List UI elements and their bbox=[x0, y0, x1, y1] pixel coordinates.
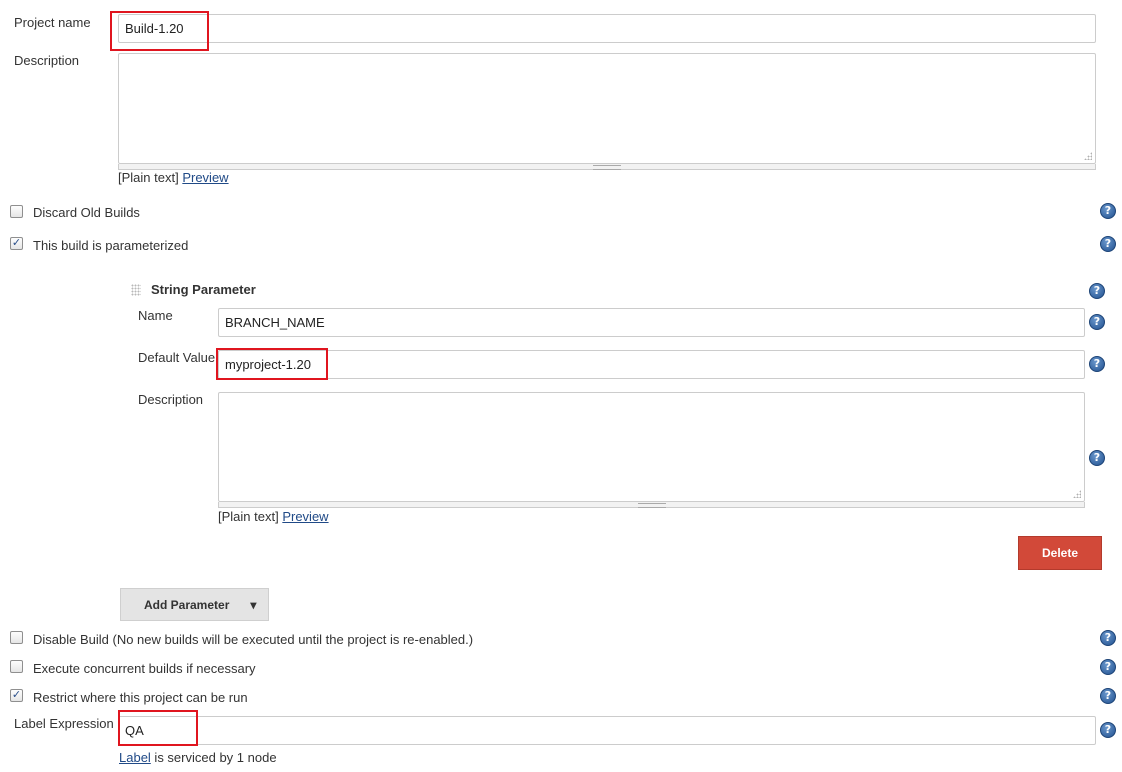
label-expression-input[interactable]: QA bbox=[118, 716, 1096, 745]
check-icon: ✓ bbox=[11, 237, 22, 249]
chevron-down-icon: ▾ bbox=[250, 597, 257, 612]
description-textarea[interactable] bbox=[118, 53, 1096, 164]
delete-parameter-button[interactable]: Delete bbox=[1018, 536, 1102, 570]
label-expression-label: Label Expression bbox=[14, 716, 114, 731]
check-icon: ✓ bbox=[11, 689, 22, 701]
help-icon[interactable]: ? bbox=[1100, 688, 1116, 704]
label-status-line: Label is serviced by 1 node bbox=[119, 750, 277, 766]
param-description-label: Description bbox=[138, 392, 204, 407]
param-description-textarea[interactable] bbox=[218, 392, 1085, 502]
discard-old-builds-checkbox[interactable] bbox=[10, 205, 23, 218]
restrict-checkbox[interactable]: ✓ bbox=[10, 689, 23, 702]
default-value-label: Default Value bbox=[138, 350, 216, 365]
add-parameter-label: Add Parameter bbox=[144, 597, 230, 612]
parameterized-checkbox[interactable]: ✓ bbox=[10, 237, 23, 250]
concurrent-builds-checkbox[interactable] bbox=[10, 660, 23, 673]
param-description-format-line: [Plain text] Preview bbox=[218, 509, 329, 525]
serviced-text: is serviced by 1 node bbox=[150, 750, 277, 765]
preview-link[interactable]: Preview bbox=[182, 170, 228, 185]
description-resize-bar[interactable] bbox=[118, 164, 1096, 170]
disable-build-checkbox[interactable] bbox=[10, 631, 23, 644]
help-icon[interactable]: ? bbox=[1089, 314, 1105, 330]
help-icon[interactable]: ? bbox=[1089, 450, 1105, 466]
param-name-label: Name bbox=[138, 308, 173, 323]
help-icon[interactable]: ? bbox=[1100, 203, 1116, 219]
help-icon[interactable]: ? bbox=[1089, 283, 1105, 299]
description-label: Description bbox=[14, 53, 80, 68]
help-icon[interactable]: ? bbox=[1100, 630, 1116, 646]
help-icon[interactable]: ? bbox=[1100, 659, 1116, 675]
parameterized-label: This build is parameterized bbox=[33, 238, 189, 253]
plain-text-label: [Plain text] bbox=[118, 170, 179, 185]
drag-handle-icon[interactable] bbox=[131, 284, 141, 296]
resize-grip-icon bbox=[637, 503, 666, 508]
project-name-label: Project name bbox=[14, 15, 91, 30]
add-parameter-button[interactable]: Add Parameter ▾ bbox=[120, 588, 269, 621]
project-name-input[interactable]: Build-1.20 bbox=[118, 14, 1096, 43]
string-parameter-title: String Parameter bbox=[151, 282, 256, 297]
param-name-input[interactable]: BRANCH_NAME bbox=[218, 308, 1085, 337]
help-icon[interactable]: ? bbox=[1100, 722, 1116, 738]
preview-link[interactable]: Preview bbox=[282, 509, 328, 524]
plain-text-label: [Plain text] bbox=[218, 509, 279, 524]
description-format-line: [Plain text] Preview bbox=[118, 170, 229, 186]
concurrent-builds-label: Execute concurrent builds if necessary bbox=[33, 661, 256, 676]
resize-corner-icon[interactable] bbox=[1073, 490, 1081, 498]
discard-old-builds-label: Discard Old Builds bbox=[33, 205, 140, 220]
resize-corner-icon[interactable] bbox=[1084, 152, 1092, 160]
restrict-label: Restrict where this project can be run bbox=[33, 690, 248, 705]
param-description-resize-bar[interactable] bbox=[218, 502, 1085, 508]
resize-grip-icon bbox=[593, 165, 621, 170]
help-icon[interactable]: ? bbox=[1100, 236, 1116, 252]
label-link[interactable]: Label bbox=[119, 750, 151, 765]
default-value-input[interactable]: myproject-1.20 bbox=[218, 350, 1085, 379]
help-icon[interactable]: ? bbox=[1089, 356, 1105, 372]
disable-build-label: Disable Build (No new builds will be exe… bbox=[33, 632, 474, 647]
